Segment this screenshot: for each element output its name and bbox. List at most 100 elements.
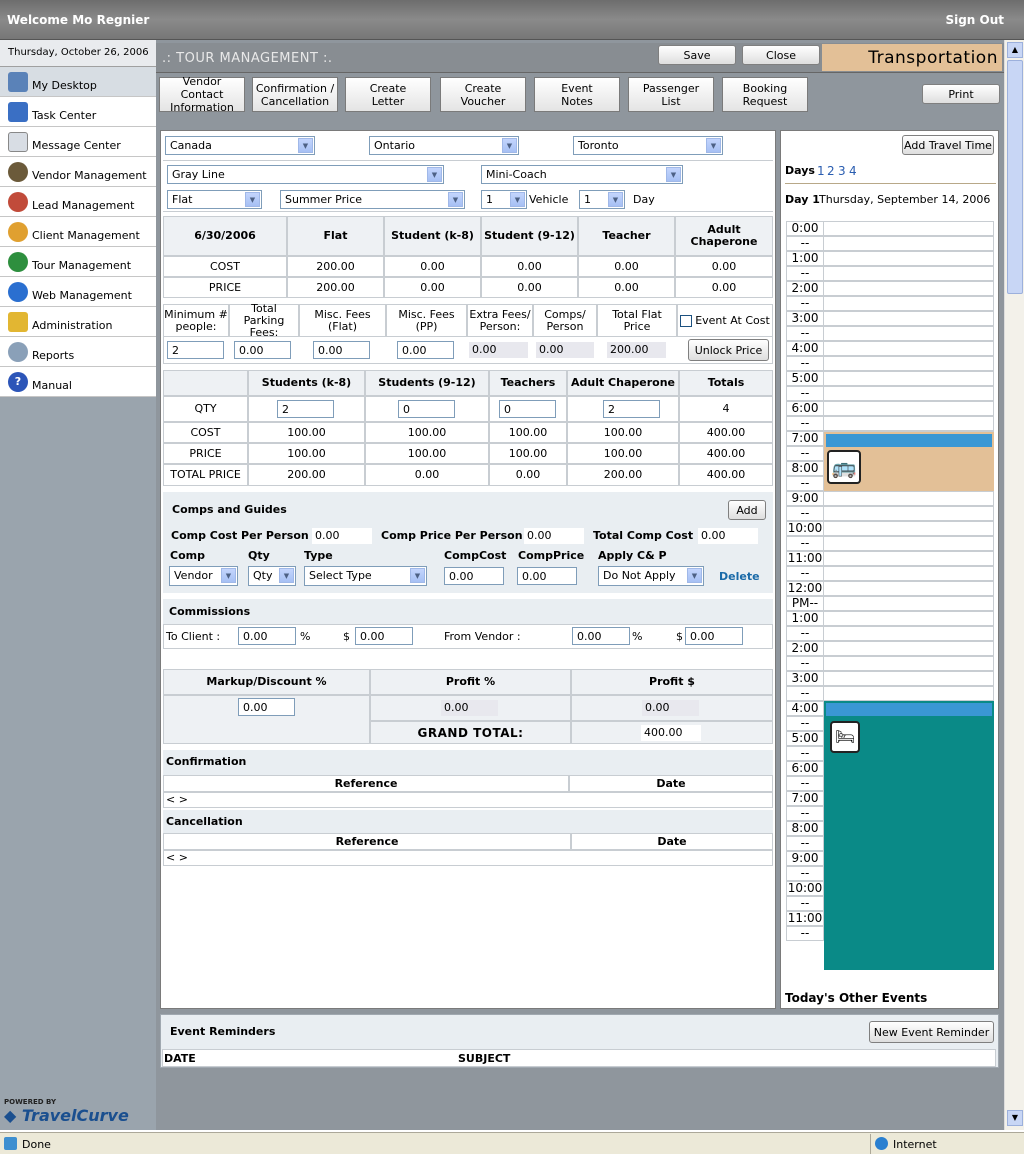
comp-qty-select[interactable]: Qty ▼ xyxy=(248,566,296,586)
calendar-row[interactable]: -- xyxy=(786,656,994,671)
day-link-4[interactable]: 4 xyxy=(849,164,857,178)
day-qty-select[interactable]: 1 ▼ xyxy=(579,190,625,209)
calendar-row[interactable]: 1:00 xyxy=(786,251,994,266)
season-select[interactable]: Summer Price ▼ xyxy=(280,190,465,209)
confirmation-cancellation-button[interactable]: Confirmation / Cancellation xyxy=(252,77,338,112)
passenger-list-button[interactable]: Passenger List xyxy=(628,77,714,112)
create-voucher-button[interactable]: Create Voucher xyxy=(440,77,526,112)
calendar-row[interactable]: 9:00 xyxy=(786,491,994,506)
from-vendor-amount-input[interactable]: 0.00 xyxy=(685,627,743,645)
calendar-row[interactable]: PM-- xyxy=(786,596,994,611)
qty-teachers-input[interactable]: 0 xyxy=(499,400,556,418)
calendar-row[interactable]: 2:00 xyxy=(786,281,994,296)
from-vendor-pct-input[interactable]: 0.00 xyxy=(572,627,630,645)
vendor-select[interactable]: Gray Line ▼ xyxy=(167,165,444,184)
print-button[interactable]: Print xyxy=(922,84,1000,104)
sign-out-link[interactable]: Sign Out xyxy=(945,13,1004,27)
scroll-up-icon[interactable]: ▲ xyxy=(1007,42,1023,58)
calendar-row[interactable]: -- xyxy=(786,266,994,281)
unlock-price-button[interactable]: Unlock Price xyxy=(688,339,769,361)
vehicle-type-select[interactable]: Mini-Coach ▼ xyxy=(481,165,683,184)
sidebar-item-administration[interactable]: Administration xyxy=(0,307,156,337)
calendar-row[interactable]: -- xyxy=(786,536,994,551)
misc-fees-pp-input[interactable]: 0.00 xyxy=(397,341,454,359)
calendar-row[interactable]: -- xyxy=(786,506,994,521)
country-select[interactable]: Canada ▼ xyxy=(165,136,315,155)
scroll-down-icon[interactable]: ▼ xyxy=(1007,1110,1023,1126)
city-select[interactable]: Toronto ▼ xyxy=(573,136,723,155)
misc-fees-flat-input[interactable]: 0.00 xyxy=(313,341,370,359)
vendor-contact-button[interactable]: Vendor Contact Information xyxy=(159,75,245,114)
parking-fees-input[interactable]: 0.00 xyxy=(234,341,291,359)
sidebar-item-client-management[interactable]: Client Management xyxy=(0,217,156,247)
calendar-time-label: -- xyxy=(787,927,824,940)
add-travel-time-button[interactable]: Add Travel Time xyxy=(902,135,994,155)
sidebar-item-web-management[interactable]: Web Management xyxy=(0,277,156,307)
calendar-row[interactable]: 0:00 xyxy=(786,221,994,236)
comp-vendor-select[interactable]: Vendor ▼ xyxy=(169,566,238,586)
calendar-row[interactable]: 3:00 xyxy=(786,311,994,326)
add-comp-button[interactable]: Add xyxy=(728,500,766,520)
comp-cost-input[interactable]: 0.00 xyxy=(444,567,504,585)
scroll-thumb[interactable] xyxy=(1007,60,1023,294)
day-link-3[interactable]: 3 xyxy=(838,164,846,178)
province-select[interactable]: Ontario ▼ xyxy=(369,136,519,155)
calendar-row[interactable]: 11:00 xyxy=(786,551,994,566)
calendar-row[interactable]: 3:00 xyxy=(786,671,994,686)
calendar-row[interactable]: -- xyxy=(786,326,994,341)
sidebar-item-lead-management[interactable]: Lead Management xyxy=(0,187,156,217)
comp-col-label: Comp xyxy=(170,549,205,562)
to-client-amount-input[interactable]: 0.00 xyxy=(355,627,413,645)
top-bar: Welcome Mo Regnier Sign Out xyxy=(0,0,1024,40)
apply-cp-select[interactable]: Do Not Apply ▼ xyxy=(598,566,704,586)
calendar-row[interactable]: 2:00 xyxy=(786,641,994,656)
scrollbar[interactable]: ▲ ▼ xyxy=(1004,40,1024,1130)
markup-input[interactable]: 0.00 xyxy=(238,698,295,716)
day-link-1[interactable]: 1 xyxy=(817,164,825,178)
qty-students-k8-input[interactable]: 2 xyxy=(277,400,334,418)
calendar-row[interactable]: -- xyxy=(786,236,994,251)
extra-fees-value: 0.00 xyxy=(469,342,528,358)
create-letter-button[interactable]: Create Letter xyxy=(345,77,431,112)
calendar-row[interactable]: -- xyxy=(786,626,994,641)
calendar-row[interactable]: -- xyxy=(786,566,994,581)
day-link-2[interactable]: 2 xyxy=(827,164,835,178)
calendar-row[interactable]: 6:00 xyxy=(786,401,994,416)
event-notes-button[interactable]: Event Notes xyxy=(534,77,620,112)
calendar-row[interactable]: 1:00 xyxy=(786,611,994,626)
delete-comp-link[interactable]: Delete xyxy=(719,570,760,583)
table-cell: 100.00 xyxy=(365,443,489,464)
close-button[interactable]: Close xyxy=(742,45,820,65)
rate-type-select[interactable]: Flat ▼ xyxy=(167,190,262,209)
calendar-row[interactable]: -- xyxy=(786,296,994,311)
comp-cost-pp-value: 0.00 xyxy=(312,528,372,544)
sidebar-item-tour-management[interactable]: Tour Management xyxy=(0,247,156,277)
calendar-row[interactable]: 4:00 xyxy=(786,341,994,356)
booking-request-button[interactable]: Booking Request xyxy=(722,77,808,112)
event-at-cost-label: Event At Cost xyxy=(695,313,770,327)
sidebar-item-message-center[interactable]: Message Center xyxy=(0,127,156,157)
vehicle-qty-select[interactable]: 1 ▼ xyxy=(481,190,527,209)
sidebar-item-reports[interactable]: Reports xyxy=(0,337,156,367)
calendar-row[interactable]: -- xyxy=(786,386,994,401)
comp-price-input[interactable]: 0.00 xyxy=(517,567,577,585)
qty-students-912-input[interactable]: 0 xyxy=(398,400,455,418)
calendar-row[interactable]: 10:00 xyxy=(786,521,994,536)
save-button[interactable]: Save xyxy=(658,45,736,65)
sidebar-item-manual[interactable]: ? Manual xyxy=(0,367,156,397)
qty-adult-chaperone-input[interactable]: 2 xyxy=(603,400,660,418)
new-event-reminder-button[interactable]: New Event Reminder xyxy=(869,1021,994,1043)
calendar-row[interactable]: 12:00 xyxy=(786,581,994,596)
calendar-row[interactable]: -- xyxy=(786,416,994,431)
sidebar-item-task-center[interactable]: Task Center xyxy=(0,97,156,127)
sidebar-item-my-desktop[interactable]: My Desktop xyxy=(0,67,156,97)
event-at-cost-checkbox[interactable] xyxy=(680,314,693,327)
calendar-row[interactable]: -- xyxy=(786,356,994,371)
table-cell: 0.00 xyxy=(384,256,481,277)
calendar-row[interactable]: 5:00 xyxy=(786,371,994,386)
sidebar-item-vendor-management[interactable]: Vendor Management xyxy=(0,157,156,187)
min-people-input[interactable]: 2 xyxy=(167,341,224,359)
comp-type-select[interactable]: Select Type ▼ xyxy=(304,566,427,586)
to-client-pct-input[interactable]: 0.00 xyxy=(238,627,296,645)
calendar-row[interactable]: -- xyxy=(786,686,994,701)
